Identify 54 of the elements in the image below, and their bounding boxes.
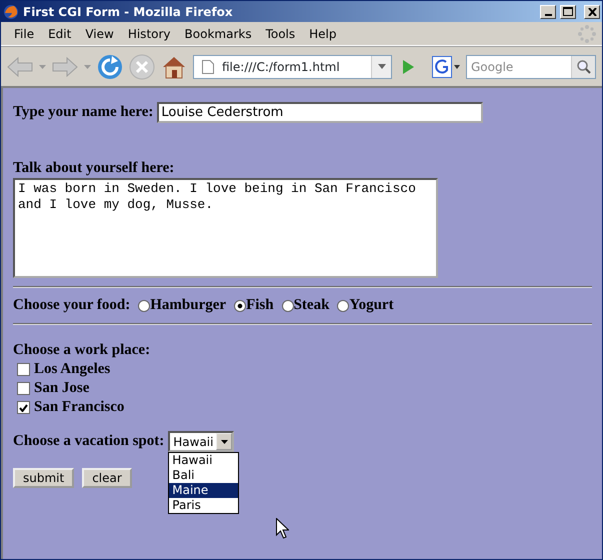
window-title: First CGI Form - Mozilla Firefox bbox=[23, 4, 234, 18]
radio-button[interactable] bbox=[337, 300, 350, 312]
minimize-button[interactable] bbox=[540, 4, 556, 18]
reload-icon[interactable] bbox=[97, 54, 123, 80]
maximize-button[interactable] bbox=[560, 4, 576, 18]
radio-label[interactable]: Yogurt bbox=[349, 296, 394, 315]
menu-item[interactable]: Tools bbox=[258, 24, 302, 42]
field-label: Talk about yourself here: bbox=[13, 159, 176, 178]
vacation-dropdown[interactable]: Hawaii bbox=[168, 431, 234, 452]
address-bar[interactable]: file:///C:/form1.html bbox=[193, 54, 392, 78]
menu-item[interactable]: File bbox=[7, 24, 42, 42]
dropdown-option[interactable]: Hawaii bbox=[169, 453, 238, 468]
radio-label[interactable]: Steak bbox=[294, 296, 330, 315]
checkbox[interactable] bbox=[17, 363, 30, 376]
dropdown-option[interactable]: Paris bbox=[169, 498, 238, 513]
radio-button[interactable] bbox=[282, 300, 294, 312]
dropdown-option[interactable]: Maine bbox=[169, 483, 238, 498]
search-engine-icon[interactable] bbox=[432, 56, 460, 78]
menu-item[interactable]: Bookmarks bbox=[178, 24, 259, 42]
field-label: Type your name here: bbox=[13, 103, 154, 122]
radio-button[interactable] bbox=[234, 300, 246, 312]
menu-item[interactable]: View bbox=[78, 24, 121, 42]
caret-icon[interactable] bbox=[220, 440, 228, 444]
form-button[interactable]: clear bbox=[82, 468, 132, 488]
dropdown-arrow-icon[interactable] bbox=[378, 64, 386, 69]
radio-label[interactable]: Fish bbox=[246, 296, 274, 315]
maximize-icon bbox=[563, 7, 573, 16]
page-icon bbox=[202, 60, 214, 74]
form-button[interactable]: submit bbox=[13, 468, 74, 488]
mouse-cursor-icon bbox=[276, 518, 289, 539]
minimize-icon bbox=[544, 14, 552, 16]
menu-item[interactable]: History bbox=[120, 24, 178, 42]
menu-item[interactable]: Edit bbox=[41, 24, 78, 42]
search-field[interactable]: Google bbox=[466, 54, 596, 78]
name-field[interactable]: Louise Cederstrom bbox=[157, 102, 484, 123]
firefox-logo-icon bbox=[3, 4, 19, 20]
about-textarea[interactable]: I was born in Sweden. I love being in San Francisco and I love my dog, Musse. bbox=[13, 178, 438, 278]
close-icon bbox=[588, 8, 596, 16]
search-icon[interactable] bbox=[576, 60, 590, 74]
field-label: Choose a work place: bbox=[13, 341, 152, 360]
checkbox-label[interactable]: Los Angeles bbox=[34, 360, 110, 379]
close-button[interactable] bbox=[584, 4, 600, 18]
radio-label[interactable]: Hamburger bbox=[150, 296, 226, 315]
menu-item[interactable]: Help bbox=[302, 24, 344, 42]
checkmark-icon bbox=[19, 404, 28, 412]
field-label: Choose your food: bbox=[13, 296, 130, 315]
throbber-icon bbox=[578, 24, 596, 42]
checkbox-label[interactable]: San Francisco bbox=[34, 398, 124, 417]
checkbox[interactable] bbox=[17, 401, 30, 414]
field-label: Choose a vacation spot: bbox=[13, 432, 164, 451]
checkbox[interactable] bbox=[17, 382, 30, 395]
dropdown-option[interactable]: Bali bbox=[169, 468, 238, 483]
radio-button[interactable] bbox=[138, 300, 150, 312]
checkbox-label[interactable]: San Jose bbox=[34, 379, 90, 398]
